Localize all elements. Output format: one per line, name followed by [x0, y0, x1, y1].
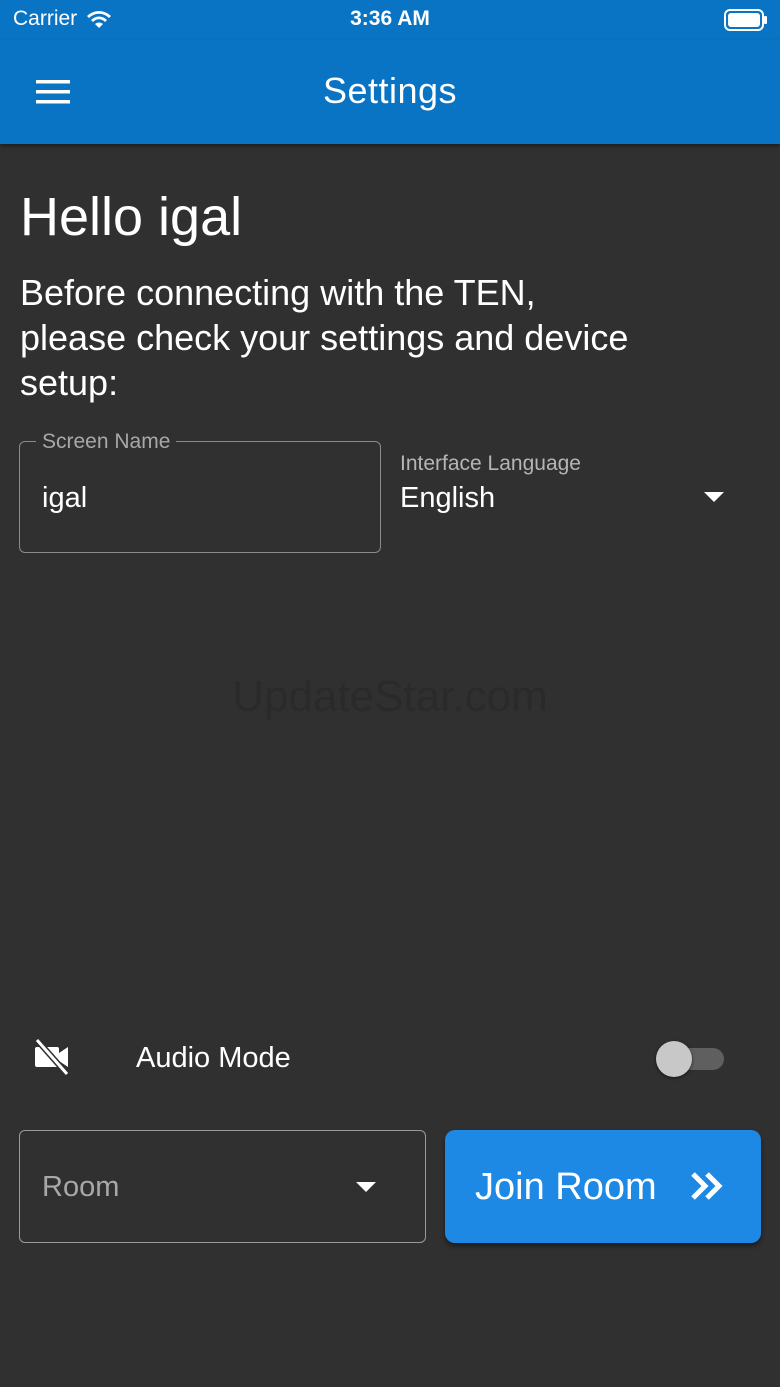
join-room-button[interactable]: Join Room — [445, 1130, 761, 1243]
intro-text: Before connecting with the TEN, please c… — [20, 272, 629, 403]
dropdown-arrow-icon — [356, 1182, 376, 1192]
interface-language-value: English — [400, 482, 496, 514]
audio-mode-row: Audio Mode — [0, 1028, 780, 1088]
videocam-off-icon — [34, 1038, 70, 1076]
screen-name-label: Screen Name — [36, 430, 177, 454]
status-bar: Carrier 3:36 AM — [0, 0, 780, 40]
double-chevron-right-icon — [691, 1172, 723, 1200]
dropdown-arrow-icon — [704, 492, 724, 502]
battery-icon — [724, 9, 768, 37]
interface-language-select[interactable]: Interface Language English — [400, 452, 730, 522]
screen-name-value[interactable]: igal — [42, 482, 87, 515]
interface-language-label: Interface Language — [400, 452, 581, 475]
watermark: UpdateStar.com — [232, 672, 548, 721]
room-placeholder: Room — [42, 1171, 120, 1203]
status-time: 3:36 AM — [350, 7, 430, 30]
page-title: Settings — [322, 70, 458, 111]
toggle-thumb — [656, 1041, 692, 1077]
audio-mode-label: Audio Mode — [136, 1042, 291, 1074]
app-bar: Settings — [0, 40, 780, 144]
screen-name-field[interactable]: Screen Name igal — [19, 430, 381, 553]
audio-mode-toggle[interactable] — [656, 1040, 726, 1077]
join-room-label: Join Room — [475, 1166, 657, 1208]
greeting-heading: Hello igal — [20, 187, 243, 247]
room-select[interactable]: Room — [19, 1130, 426, 1243]
